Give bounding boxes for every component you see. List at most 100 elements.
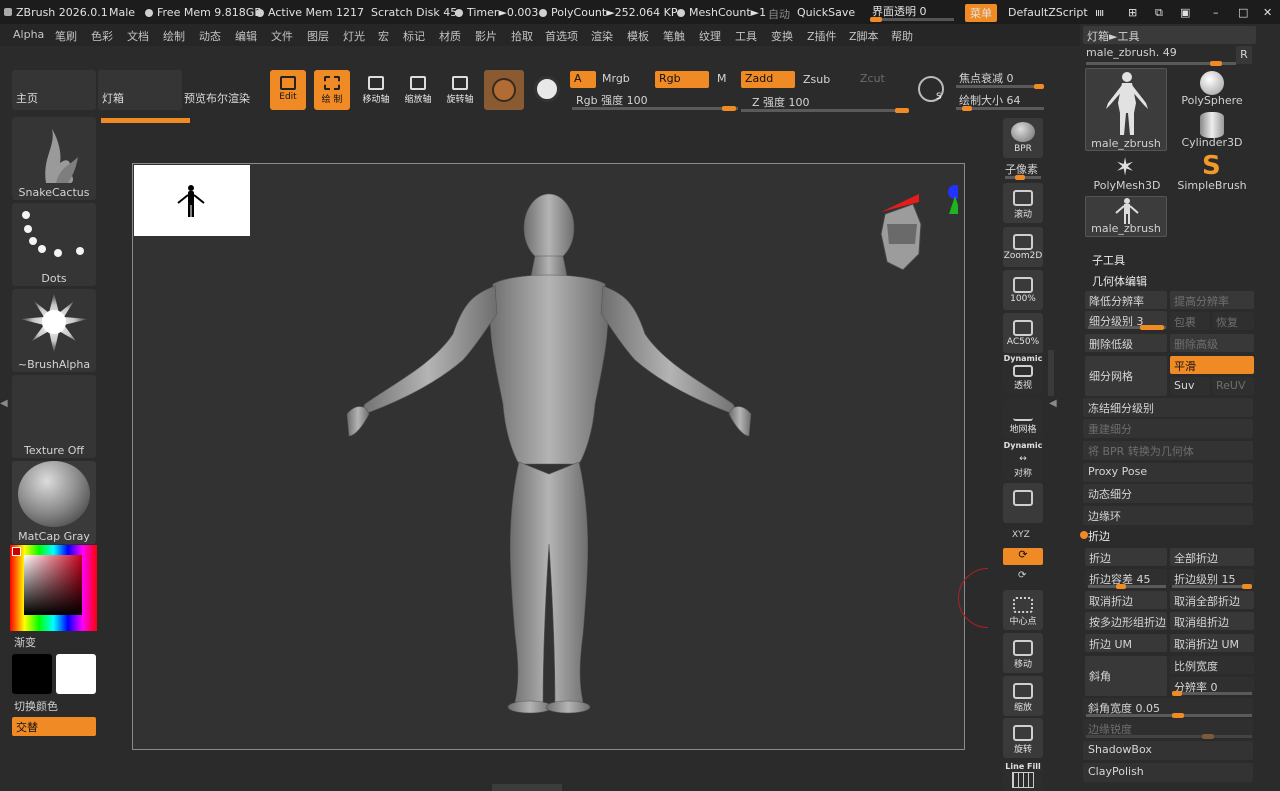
menu-item[interactable]: 文件 [271, 28, 293, 44]
switch-color-button[interactable]: 切换颜色 [14, 698, 58, 714]
tab-lightbox[interactable]: 灯箱 [98, 70, 182, 110]
texture-selector[interactable]: Texture Off [12, 375, 96, 458]
higher-res-button[interactable]: 提高分辨率 [1170, 291, 1254, 309]
smooth-toggle[interactable]: 平滑 [1170, 356, 1254, 374]
scale-view-button[interactable]: 缩放 [1003, 676, 1043, 716]
uncrease-all-button[interactable]: 取消全部折边 [1170, 591, 1254, 609]
local-rotate-button[interactable]: ⟳ [1003, 548, 1043, 565]
menu-item[interactable]: 帮助 [891, 28, 913, 44]
menu-item[interactable]: 拾取 [511, 28, 533, 44]
tool-thumb-male-zbrush[interactable]: male_zbrush [1085, 68, 1167, 151]
draw-button[interactable]: 绘 制 [314, 70, 350, 110]
claypolish-section[interactable]: ClayPolish [1083, 763, 1253, 782]
color-picker-square[interactable] [24, 555, 82, 615]
focal-shift-slider[interactable]: 焦点衰减 0 [955, 69, 1018, 86]
shadowbox-section[interactable]: ShadowBox [1083, 741, 1253, 760]
tool-thumb-polysphere[interactable]: PolySphere [1170, 68, 1254, 108]
close-icon[interactable]: ✕ [1263, 6, 1272, 19]
bevel-button[interactable]: 斜角 [1085, 656, 1167, 696]
layout-icon[interactable]: ıııı [1095, 6, 1104, 19]
bevel-resolution-track[interactable] [1172, 691, 1252, 696]
crease-level-track[interactable] [1172, 584, 1252, 589]
zoom100-button[interactable]: 100% [1003, 270, 1043, 310]
xyz-rotate-button[interactable]: XYZ [1012, 530, 1030, 540]
menu-item[interactable]: 色彩 [91, 28, 113, 44]
tool-thumb-simplebrush[interactable]: S SimpleBrush [1170, 151, 1254, 193]
bpr-button[interactable]: BPR [1003, 118, 1043, 158]
menu-item[interactable]: 工具 [735, 28, 757, 44]
primary-color-swatch[interactable] [12, 654, 52, 694]
color-mode-button[interactable] [530, 70, 566, 110]
edit-button[interactable]: Edit [270, 70, 306, 110]
proxy-pose-section[interactable]: Proxy Pose [1083, 463, 1253, 482]
menu-item[interactable]: 灯光 [343, 28, 365, 44]
suv-toggle[interactable]: Suv [1170, 377, 1210, 395]
rgb-button[interactable]: Rgb [655, 71, 709, 88]
freeze-subdivision-button[interactable]: 冻结细分级别 [1083, 398, 1253, 417]
brush-selector[interactable]: SnakeCactus [12, 117, 96, 200]
m-button[interactable]: M [713, 71, 731, 88]
zoom2d-button[interactable]: Zoom2D [1003, 227, 1043, 267]
uncrease-polygroup-button[interactable]: 取消组折边 [1170, 612, 1254, 630]
tool-thumb-polymesh3d[interactable]: ✶ PolyMesh3D [1085, 153, 1169, 193]
geometry-section[interactable]: 几何体编辑 [1092, 273, 1147, 289]
tool-name-track[interactable] [1086, 61, 1236, 66]
menu-item[interactable]: 宏 [378, 28, 389, 44]
maximize-icon[interactable]: □ [1238, 6, 1248, 19]
menu-item[interactable]: 首选项 [545, 28, 578, 44]
divide-button[interactable]: 细分网格 [1085, 356, 1167, 396]
z-intensity-track[interactable] [741, 108, 909, 113]
restore-button[interactable]: 恢复 [1212, 312, 1254, 330]
alternate-button[interactable]: 交替 [12, 717, 96, 736]
cage-button[interactable]: 包裹 [1170, 312, 1210, 330]
delete-higher-button[interactable]: 删除高级 [1170, 334, 1254, 352]
mrgb-button[interactable]: Mrgb [598, 71, 634, 88]
perspective-button[interactable]: Dynamic 透视 [1003, 353, 1043, 393]
secondary-color-swatch[interactable] [56, 654, 96, 694]
minimize-icon[interactable]: – [1213, 6, 1219, 19]
rotate-y-icon[interactable]: ⟳ [1018, 570, 1026, 581]
ui-transparency-track[interactable] [870, 17, 954, 22]
menu-item[interactable]: 编辑 [235, 28, 257, 44]
center-point-button[interactable]: 中心点 [1003, 590, 1043, 630]
lower-res-button[interactable]: 降低分辨率 [1085, 291, 1167, 309]
rotate-button[interactable]: 旋转轴 [442, 70, 478, 110]
menu-item[interactable]: 动态 [199, 28, 221, 44]
menu-item[interactable]: 影片 [475, 28, 497, 44]
rgb-intensity-track[interactable] [572, 106, 738, 111]
alpha-selector[interactable]: ~BrushAlpha [12, 289, 96, 372]
delete-lower-button[interactable]: 删除低级 [1085, 334, 1167, 352]
menu-item[interactable]: 变换 [771, 28, 793, 44]
uncrease-um-button[interactable]: 取消折边 UM [1170, 634, 1254, 652]
menu-item[interactable]: Alpha [13, 28, 44, 41]
crease-all-button[interactable]: 全部折边 [1170, 548, 1254, 566]
color-picker[interactable] [10, 545, 97, 631]
stroke-selector[interactable]: Dots [12, 203, 96, 286]
menu-item[interactable]: 绘制 [163, 28, 185, 44]
menu-item[interactable]: 模板 [627, 28, 649, 44]
menu-item[interactable]: 笔触 [663, 28, 685, 44]
layout-grid-icon[interactable]: ⊞ [1128, 6, 1137, 19]
a-button[interactable]: A [570, 71, 596, 88]
draw-size-track[interactable] [956, 106, 1044, 111]
window-icon[interactable]: ▣ [1180, 6, 1190, 19]
male-mesh-model[interactable] [133, 164, 964, 749]
viewport-canvas[interactable] [132, 163, 965, 750]
menu-item[interactable]: 标记 [403, 28, 425, 44]
linefill-button[interactable]: Line Fill [1003, 762, 1043, 791]
bottom-tray-handle[interactable] [492, 784, 562, 791]
floor-grid-button[interactable]: 地网格 [1003, 398, 1043, 438]
rgb-intensity-slider[interactable]: Rgb 强度 100 [572, 91, 652, 108]
material-preview-button[interactable] [484, 70, 524, 110]
menu-item[interactable]: Z脚本 [849, 28, 879, 44]
tab-preview-boolean[interactable]: 预览布尔渲染 [184, 90, 250, 106]
lock-button[interactable] [1003, 483, 1043, 523]
menu-item[interactable]: 图层 [307, 28, 329, 44]
symmetry-button[interactable]: Dynamic ↔ 对称 [1003, 440, 1043, 480]
zcut-button[interactable]: Zcut [856, 71, 889, 88]
scale-button[interactable]: 缩放轴 [400, 70, 436, 110]
scroll-button[interactable]: 滚动 [1003, 183, 1043, 223]
default-zscript[interactable]: DefaultZScript [1008, 6, 1088, 19]
r-button[interactable]: R [1236, 46, 1252, 64]
tab-home[interactable]: 主页 [12, 70, 96, 110]
